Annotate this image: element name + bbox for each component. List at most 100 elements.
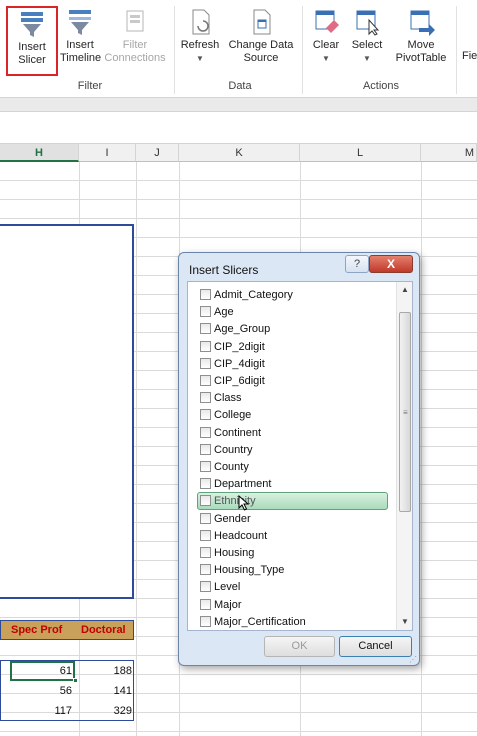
field-checkbox[interactable] (200, 323, 211, 335)
field-label: Department (214, 478, 272, 491)
column-header-k[interactable]: K (179, 144, 300, 162)
field-checkbox[interactable] (200, 443, 211, 455)
group-separator (174, 6, 175, 94)
slicer-field-item[interactable]: Class (198, 389, 388, 407)
slicer-field-item[interactable]: County (198, 458, 388, 476)
field-label: Headcount (214, 529, 268, 542)
ribbon-collapse-band (0, 98, 477, 112)
field-checkbox[interactable] (200, 461, 211, 472)
pivot-cell[interactable]: 329 (79, 702, 132, 720)
field-label: Age_Group (214, 323, 271, 336)
slicer-field-item[interactable]: Country (198, 441, 388, 459)
field-label: Age (214, 306, 234, 319)
field-checkbox[interactable] (200, 306, 211, 318)
change-data-source-icon (253, 9, 271, 35)
column-header-l[interactable]: L (300, 144, 421, 162)
fill-handle[interactable] (73, 678, 78, 683)
data-group-label: Data (228, 80, 252, 92)
field-checkbox[interactable] (200, 495, 211, 507)
field-checkbox[interactable] (200, 478, 211, 490)
field-checkbox[interactable] (200, 564, 211, 576)
slicer-field-item[interactable]: Gender (198, 510, 388, 528)
field-label: Gender (214, 512, 251, 525)
slicer-field-item[interactable]: Major_Certification (198, 613, 388, 630)
clear-button[interactable]: Clear ▼ (308, 6, 344, 76)
cancel-button[interactable]: Cancel (339, 636, 412, 657)
field-label: Major (214, 598, 242, 611)
move-pivottable-button[interactable]: Move PivotTable (390, 6, 452, 76)
insert-slicer-button[interactable]: Insert Slicer (6, 6, 58, 76)
field-list-scrollbar[interactable]: ▲ ≡ ▼ (396, 282, 412, 630)
field-label: Housing_Type (214, 564, 285, 577)
pivot-placeholder-box[interactable] (0, 224, 134, 599)
slicer-field-item[interactable]: CIP_6digit (198, 372, 388, 390)
pivot-cell[interactable]: 141 (79, 682, 132, 700)
column-header-j[interactable]: J (136, 144, 179, 162)
scroll-up-icon[interactable]: ▲ (397, 282, 413, 298)
column-header-i[interactable]: I (79, 144, 136, 162)
actions-group-label: Actions (362, 80, 400, 92)
insert-timeline-button[interactable]: Insert Timeline (60, 6, 101, 76)
field-list: Admit_Category Age Age_Group CIP_2digit CIP_… (188, 282, 388, 630)
field-checkbox[interactable] (200, 598, 211, 610)
chevron-down-icon: ▼ (322, 54, 330, 63)
filter-connections-button[interactable]: Filter Connections (100, 6, 170, 76)
field-checkbox[interactable] (200, 357, 211, 369)
change-data-source-button[interactable]: Change Data Source (224, 6, 298, 76)
group-separator (302, 6, 303, 94)
field-checkbox[interactable] (200, 289, 211, 300)
slicer-field-item[interactable]: Continent (198, 424, 388, 442)
field-label: CIP_2digit (214, 340, 265, 353)
field-checkbox[interactable] (200, 375, 211, 386)
field-checkbox[interactable] (200, 615, 211, 627)
resize-grip-icon[interactable]: ⋰ (409, 655, 417, 664)
close-button[interactable]: X (369, 255, 413, 273)
slicer-field-item[interactable]: Level (198, 578, 388, 596)
field-label: Class (214, 392, 242, 405)
pivot-cell[interactable]: 56 (10, 682, 72, 700)
insert-slicer-icon (21, 12, 43, 37)
slicer-field-item[interactable]: Ethnicity (197, 492, 388, 512)
refresh-button[interactable]: Refresh ▼ (178, 6, 222, 76)
grid-line (421, 162, 422, 736)
field-checkbox[interactable] (200, 409, 211, 421)
pivot-header-row: Spec Prof Doctoral (0, 620, 134, 640)
field-checkbox[interactable] (200, 529, 211, 541)
field-checkbox[interactable] (200, 340, 211, 352)
field-checkbox[interactable] (200, 512, 211, 524)
field-label: Major_Certification (214, 615, 306, 628)
pivot-header-spec-prof: Spec Prof (11, 624, 63, 636)
field-list-label: Fiel & (462, 50, 477, 62)
scroll-down-icon[interactable]: ▼ (397, 614, 413, 630)
help-button[interactable]: ? (345, 255, 369, 273)
slicer-field-item[interactable]: Age (198, 303, 388, 321)
slicer-field-item[interactable]: Housing (198, 544, 388, 562)
field-checkbox[interactable] (200, 581, 211, 593)
slicer-field-item[interactable]: College (198, 406, 388, 424)
slicer-field-item[interactable]: Department (198, 475, 388, 493)
slicer-field-item[interactable]: Major (198, 596, 388, 614)
slicer-field-item[interactable]: Age_Group (198, 320, 388, 338)
pivot-cell[interactable]: 188 (79, 662, 132, 680)
pivot-cell[interactable]: 117 (10, 702, 72, 720)
field-label: Level (214, 581, 241, 594)
select-button[interactable]: Select ▼ (348, 6, 386, 76)
slicer-field-item[interactable]: Headcount (198, 527, 388, 545)
scroll-thumb[interactable]: ≡ (399, 312, 411, 512)
column-header-h[interactable]: H (0, 144, 79, 162)
slicer-field-item[interactable]: CIP_2digit (198, 338, 388, 356)
field-checkbox[interactable] (200, 392, 211, 404)
ok-button[interactable]: OK (264, 636, 335, 657)
ribbon: Insert Slicer Insert Timeline Filter Con… (0, 0, 477, 98)
slicer-field-item[interactable]: Admit_Category (198, 286, 388, 304)
slicer-field-item[interactable]: CIP_4digit (198, 355, 388, 373)
move-pivottable-label: Move PivotTable (395, 39, 447, 64)
field-checkbox[interactable] (200, 547, 211, 558)
column-header-m[interactable]: M (421, 144, 477, 162)
field-label: CIP_6digit (214, 375, 265, 387)
refresh-label: Refresh (180, 39, 220, 51)
filter-connections-icon (126, 10, 144, 32)
select-icon (356, 10, 380, 36)
field-checkbox[interactable] (200, 426, 211, 438)
slicer-field-item[interactable]: Housing_Type (198, 561, 388, 579)
